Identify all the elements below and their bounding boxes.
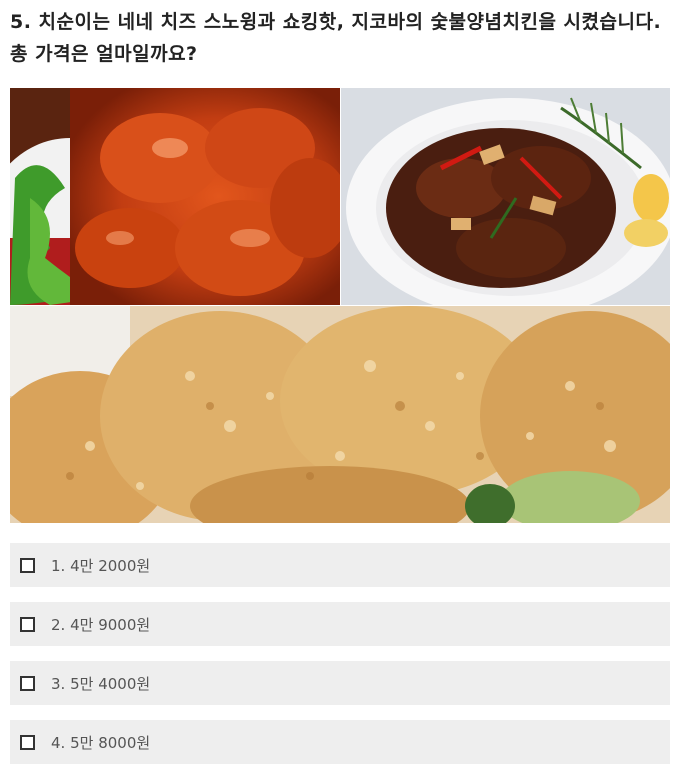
- spicy-chicken-photo: [10, 88, 340, 305]
- question-text: 5. 치순이는 네네 치즈 스노윙과 쇼킹핫, 지코바의 숯불양념치킨을 시켰습…: [10, 11, 662, 65]
- checkbox-icon[interactable]: [20, 734, 35, 750]
- checkbox-icon[interactable]: [20, 616, 35, 632]
- answer-option-1[interactable]: 1. 4만 2000원: [10, 543, 670, 587]
- option-label: 3. 5만 4000원: [51, 674, 151, 693]
- soy-grilled-chicken-photo: [341, 88, 670, 305]
- checkbox-icon[interactable]: [20, 557, 35, 573]
- checkbox-icon[interactable]: [20, 675, 35, 691]
- answer-option-4[interactable]: 4. 5만 8000원: [10, 720, 670, 764]
- option-label: 2. 4만 9000원: [51, 615, 151, 634]
- option-label: 4. 5만 8000원: [51, 733, 151, 752]
- cheese-snowing-chicken-photo: [10, 306, 670, 523]
- option-label: 1. 4만 2000원: [51, 556, 151, 575]
- answer-option-3[interactable]: 3. 5만 4000원: [10, 661, 670, 705]
- answer-option-2[interactable]: 2. 4만 9000원: [10, 602, 670, 646]
